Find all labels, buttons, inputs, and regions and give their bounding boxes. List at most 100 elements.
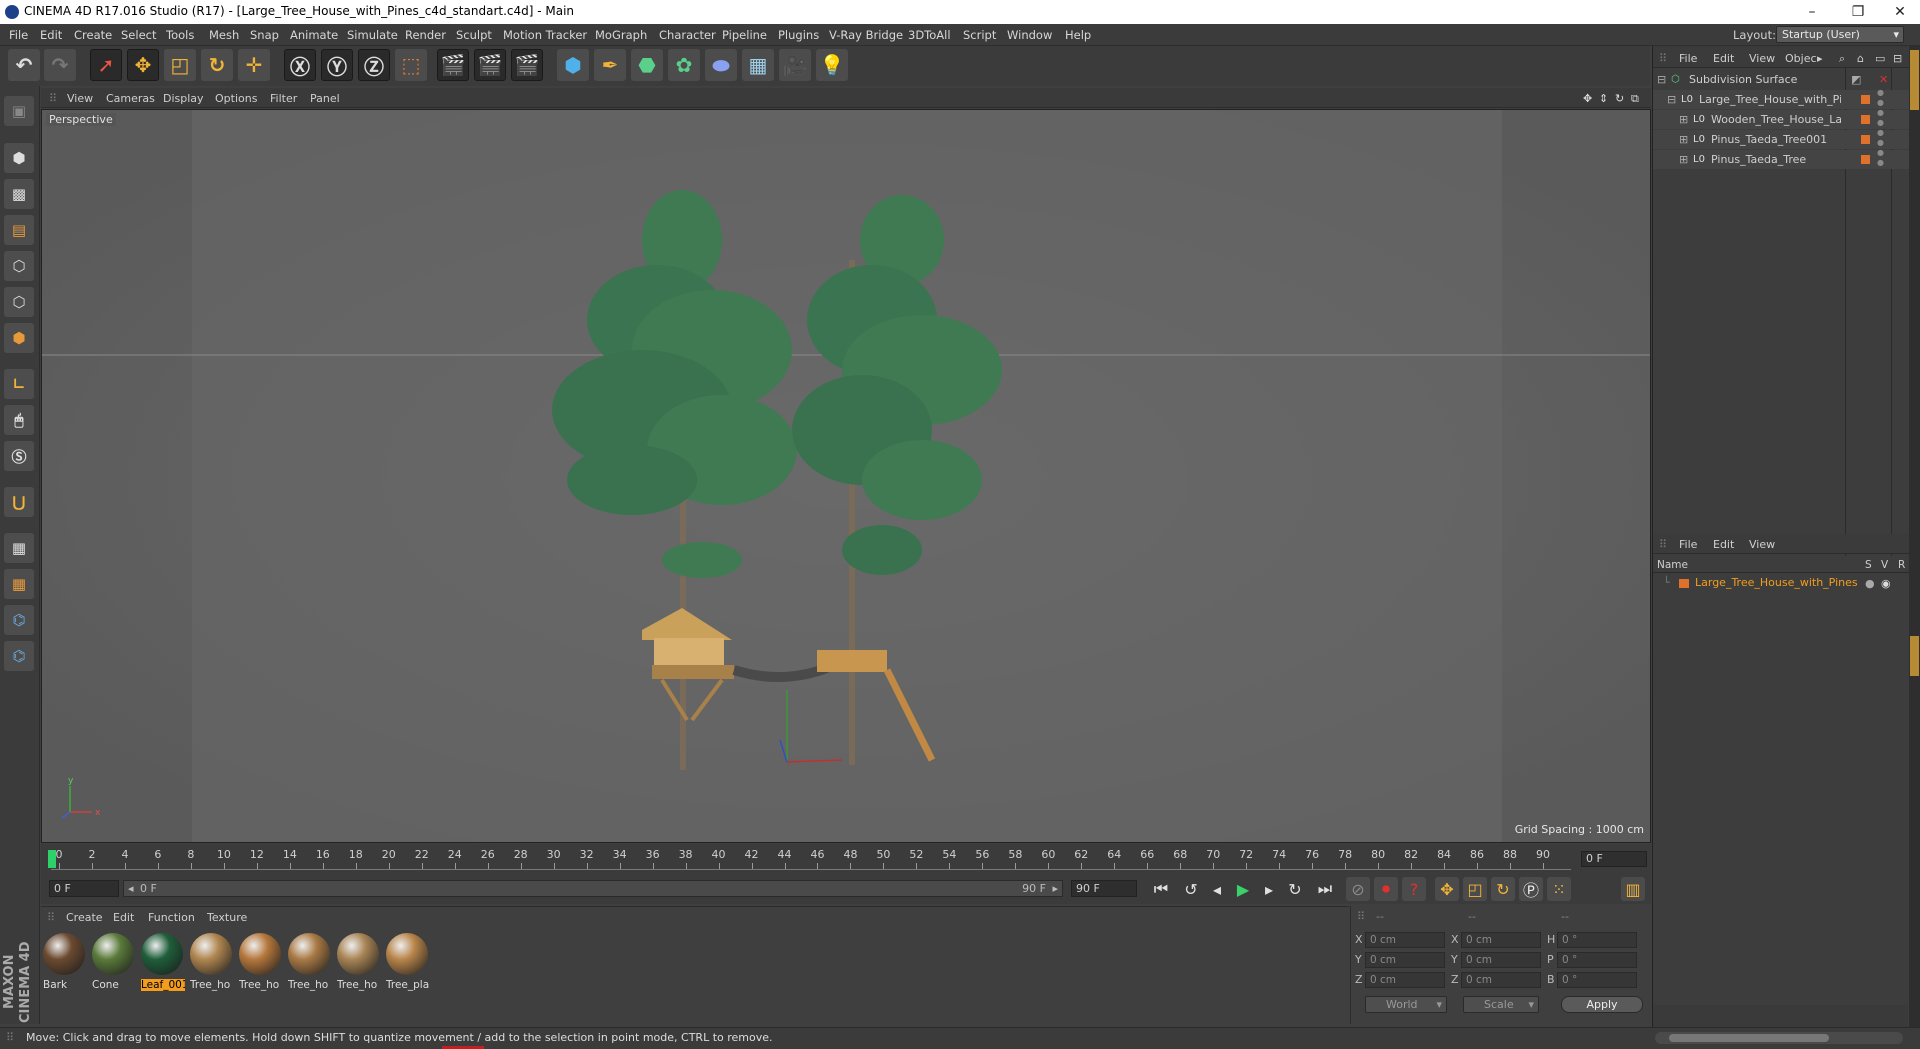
menu-script[interactable]: Script <box>963 28 996 42</box>
x-axis-lock-button[interactable]: Ⓧ <box>284 49 316 81</box>
record-parameter-button[interactable]: Ⓟ <box>1519 877 1543 901</box>
menu-plugins[interactable]: Plugins <box>778 28 819 42</box>
material-menu-edit[interactable]: Edit <box>113 911 134 924</box>
coord-value-field[interactable]: 0 ° <box>1557 932 1637 948</box>
polygons-mode-button[interactable]: ⬢ <box>4 323 34 353</box>
material-swatch[interactable]: Cone <box>92 933 136 995</box>
object-row[interactable]: ⊞ L0 Pinus_Taeda_Tree001 ● ● <box>1653 128 1909 149</box>
viewport-move-icon[interactable]: ✥ <box>1583 92 1592 105</box>
go-to-end-button[interactable]: ⏭ <box>1313 877 1337 901</box>
visibility-dots-icon[interactable]: ● ● <box>1877 128 1884 148</box>
material-swatch[interactable]: Tree_ho <box>239 933 283 995</box>
coord-value-field[interactable]: 0 cm <box>1461 932 1541 948</box>
points-mode-button[interactable]: ⬡ <box>4 251 34 281</box>
add-array-button[interactable]: ✿ <box>668 49 700 81</box>
menu-create[interactable]: Create <box>74 28 112 42</box>
previous-frame-button[interactable]: ◂ <box>1205 877 1229 901</box>
panel-menu-icon[interactable]: ⊟ <box>1893 52 1902 65</box>
layer-color-tag[interactable] <box>1861 135 1870 144</box>
coord-value-field[interactable]: 0 ° <box>1557 952 1637 968</box>
object-row[interactable]: ⊞ L0 Wooden_Tree_House_Larg ● ● <box>1653 108 1909 129</box>
material-swatch[interactable]: Tree_ho <box>190 933 234 995</box>
scrollbar-thumb[interactable] <box>1669 1034 1829 1042</box>
layer-menu-file[interactable]: File <box>1679 538 1697 551</box>
y-axis-lock-button[interactable]: Ⓨ <box>321 49 353 81</box>
menu-more-arrow-icon[interactable]: ▸ <box>1817 52 1823 65</box>
start-frame-field[interactable]: 0 F <box>49 880 119 897</box>
timeline-ruler[interactable]: 0 2 4 6 8 10 12 14 16 18 20 22 24 26 28 30 32 34 36 38 40 42 4… <box>48 848 1571 870</box>
next-key-button[interactable]: ↻ <box>1283 877 1307 901</box>
material-swatch[interactable]: Tree_ho <box>337 933 381 995</box>
record-position-button[interactable]: ✥ <box>1435 877 1459 901</box>
solo-button[interactable]: Ⓢ <box>4 441 34 471</box>
play-button[interactable]: ▶ <box>1231 877 1255 901</box>
material-menu-texture[interactable]: Texture <box>207 911 247 924</box>
side-tab-attributes[interactable] <box>1910 636 1919 676</box>
edit-render-settings-button[interactable]: 🎬 <box>511 49 543 81</box>
add-spline-pen-button[interactable]: ✒ <box>594 49 626 81</box>
search-icon[interactable]: ⌕ <box>1839 52 1845 66</box>
viewport-menu-cameras[interactable]: Cameras <box>106 92 155 105</box>
menu-animate[interactable]: Animate <box>290 28 338 42</box>
object-menu-edit[interactable]: Edit <box>1713 52 1734 65</box>
viewport-dolly-icon[interactable]: ⇕ <box>1599 92 1608 105</box>
subdivision-tag-icon[interactable]: ◩ <box>1851 70 1861 89</box>
add-cube-button[interactable]: ⬢ <box>557 49 589 81</box>
autokey-button[interactable]: ⏺ <box>1374 877 1398 901</box>
tree-expand-icon[interactable]: ⊟ <box>1667 90 1676 109</box>
side-tab-active[interactable] <box>1910 50 1919 110</box>
end-frame-field[interactable]: 90 F <box>1071 880 1137 897</box>
menu-mesh[interactable]: Mesh <box>209 28 239 42</box>
home-icon[interactable]: ⌂ <box>1857 52 1864 65</box>
workplane-mode-button[interactable]: ▤ <box>4 215 34 245</box>
collapse-icon[interactable]: ▭ <box>1875 52 1885 65</box>
previous-key-button[interactable]: ↺ <box>1179 877 1203 901</box>
layer-menu-view[interactable]: View <box>1749 538 1775 551</box>
add-floor-button[interactable]: ▦ <box>742 49 774 81</box>
record-rotation-button[interactable]: ↻ <box>1491 877 1515 901</box>
material-menu-function[interactable]: Function <box>148 911 195 924</box>
keyframe-selection-button[interactable]: ? <box>1402 877 1426 901</box>
menu-render[interactable]: Render <box>405 28 446 42</box>
z-axis-lock-button[interactable]: Ⓩ <box>358 49 390 81</box>
viewport-menu-display[interactable]: Display <box>163 92 204 105</box>
coord-value-field[interactable]: 0 ° <box>1557 972 1637 988</box>
undo-button[interactable]: ↶ <box>8 49 40 81</box>
horizontal-scrollbar[interactable] <box>1655 1032 1903 1044</box>
live-selection-button[interactable]: ➚ <box>90 49 122 81</box>
frame-range-slider[interactable]: ◂ 0 F 90 F ▸ <box>123 880 1063 897</box>
add-nurbs-button[interactable]: ⬣ <box>631 49 663 81</box>
viewport-menu-panel[interactable]: Panel <box>310 92 340 105</box>
disabled-x-icon[interactable]: ✕ <box>1879 70 1888 89</box>
record-scale-button[interactable]: ◰ <box>1463 877 1487 901</box>
minimize-button[interactable]: – <box>1792 1 1832 23</box>
menu-sculpt[interactable]: Sculpt <box>456 28 492 42</box>
python-script-button-1[interactable]: ⌬ <box>4 605 34 635</box>
close-button[interactable]: ✕ <box>1880 1 1920 23</box>
layer-color-tag[interactable] <box>1861 115 1870 124</box>
material-swatch[interactable]: Tree_pla <box>386 933 430 995</box>
move-tool-button[interactable]: ✥ <box>127 49 159 81</box>
layer-row[interactable]: └ Large_Tree_House_with_Pines ● ◉ <box>1653 574 1909 592</box>
tweak-mode-button[interactable]: 🖱 <box>4 405 34 435</box>
material-swatch[interactable]: Bark <box>43 933 87 995</box>
apply-button[interactable]: Apply <box>1561 996 1643 1013</box>
menu-vray-bridge[interactable]: V-Ray Bridge <box>829 28 903 42</box>
layout-dropdown[interactable]: Startup (User) ▾ <box>1776 26 1904 43</box>
current-frame-field[interactable]: 0 F <box>1581 851 1647 867</box>
visibility-dots-icon[interactable]: ● ● <box>1877 88 1884 108</box>
object-menu-file[interactable]: File <box>1679 52 1697 65</box>
edges-mode-button[interactable]: ⬡ <box>4 287 34 317</box>
texture-mode-button[interactable]: ▩ <box>4 179 34 209</box>
layer-menu-edit[interactable]: Edit <box>1713 538 1734 551</box>
redo-button[interactable]: ↷ <box>44 49 76 81</box>
menu-file[interactable]: File <box>9 28 28 42</box>
coord-value-field[interactable]: 0 cm <box>1461 952 1541 968</box>
add-light-button[interactable]: 💡 <box>816 49 848 81</box>
record-keys-off-button[interactable]: ⊘ <box>1346 877 1370 901</box>
menu-3dtoall[interactable]: 3DToAll <box>908 28 951 42</box>
tree-expand-icon[interactable]: ⊞ <box>1679 110 1688 129</box>
go-to-start-button[interactable]: ⏮ <box>1149 877 1173 901</box>
tree-expand-icon[interactable]: ⊟ <box>1657 70 1666 89</box>
scale-mode-dropdown[interactable]: Scale ▾ <box>1463 996 1539 1013</box>
